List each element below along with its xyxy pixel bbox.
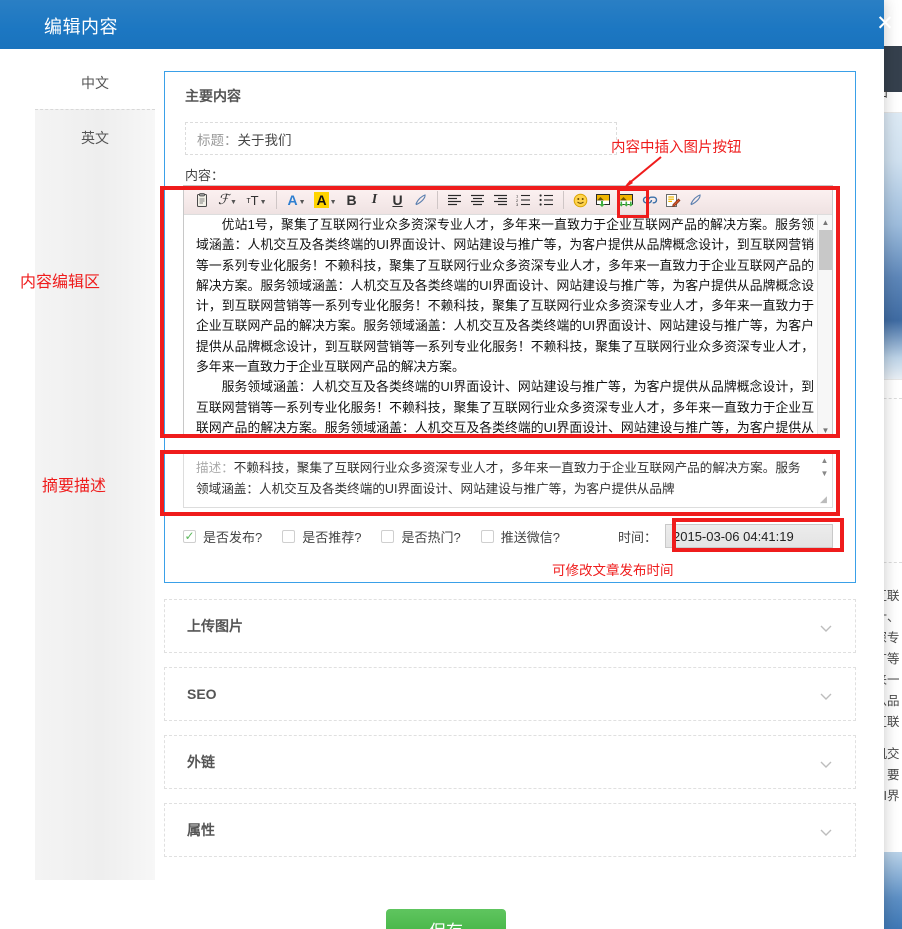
checkbox-push-wechat-box[interactable]: [480, 529, 494, 543]
section-upload-image-title: 上传图片: [187, 618, 243, 634]
close-icon[interactable]: ✕: [868, 0, 902, 46]
link-icon[interactable]: [638, 189, 661, 212]
section-attributes-header[interactable]: 属性: [165, 804, 855, 856]
description-value: 不赖科技，聚集了互联网行业众多资深专业人才，多年来一直致力于企业互联网产品的解决…: [196, 461, 801, 496]
tab-chinese[interactable]: 中文: [35, 57, 155, 109]
checkbox-publish[interactable]: 是否发布?: [183, 527, 262, 546]
underline-icon[interactable]: U: [386, 189, 409, 212]
insert-multi-image-icon[interactable]: [615, 189, 638, 212]
toolbar-divider: [437, 191, 438, 209]
checkbox-push-wechat-label: 推送微信?: [500, 529, 560, 545]
remove-format-icon[interactable]: [409, 189, 432, 212]
checkbox-recommend[interactable]: 是否推荐?: [282, 527, 361, 546]
annotation-insert-image-button: 内容中插入图片按钮: [611, 140, 742, 156]
section-upload-image-header[interactable]: 上传图片: [165, 600, 855, 652]
ordered-list-icon[interactable]: 123: [512, 189, 535, 212]
checkbox-hot[interactable]: 是否热门?: [381, 527, 461, 546]
section-attributes-title: 属性: [187, 822, 215, 838]
scroll-down-icon[interactable]: ▼: [818, 423, 833, 437]
annotation-summary: 摘要描述: [42, 478, 107, 495]
source-code-icon[interactable]: [661, 189, 684, 212]
save-button[interactable]: 保存: [386, 909, 506, 929]
toolbar-divider: [563, 191, 564, 209]
edit-content-modal: 编辑内容 中文 英文 主要内容 标题： 关于我们 内容： ℱ ▼ ᴛ T ▼ A…: [0, 0, 884, 929]
editor-paragraph: 优站1号，聚集了互联网行业众多资深专业人才，多年来一直致力于企业互联网产品的解决…: [196, 217, 814, 375]
description-textarea[interactable]: 描述：不赖科技，聚集了互联网行业众多资深专业人才，多年来一直致力于企业互联网产品…: [183, 450, 833, 508]
scroll-up-icon[interactable]: ▲: [818, 454, 831, 467]
editor-content-area[interactable]: 优站1号，聚集了互联网行业众多资深专业人才，多年来一直致力于企业互联网产品的解决…: [184, 215, 832, 437]
paste-icon[interactable]: [190, 189, 213, 212]
align-left-icon[interactable]: [443, 189, 466, 212]
font-size-icon[interactable]: ᴛ T ▼: [242, 189, 271, 212]
section-seo-header[interactable]: SEO: [165, 668, 855, 720]
scroll-down-icon[interactable]: ▼: [818, 467, 831, 480]
resize-grip-icon[interactable]: ◢: [820, 495, 830, 505]
chevron-down-icon[interactable]: [819, 757, 833, 771]
section-external-link[interactable]: 外链: [164, 735, 856, 789]
chevron-down-icon[interactable]: [819, 689, 833, 703]
section-upload-image[interactable]: 上传图片: [164, 599, 856, 653]
annotation-arrow-icon: [623, 156, 662, 189]
align-right-icon[interactable]: [489, 189, 512, 212]
bold-icon[interactable]: B: [340, 189, 363, 212]
section-external-link-title: 外链: [187, 754, 215, 770]
align-center-icon[interactable]: [466, 189, 489, 212]
toolbar-divider: [276, 191, 277, 209]
chevron-down-icon[interactable]: [819, 621, 833, 635]
time-label: 时间：: [617, 529, 657, 545]
language-tab-column: 中文 英文: [0, 49, 155, 880]
checkbox-recommend-box[interactable]: [282, 529, 296, 543]
scroll-up-icon[interactable]: ▲: [818, 215, 833, 229]
insert-image-icon[interactable]: [592, 189, 615, 212]
description-label: 描述：: [196, 461, 234, 475]
modal-title: 编辑内容: [44, 17, 118, 37]
publish-options-row: 是否发布? 是否推荐? 是否热门? 推送微信? 时间：: [183, 519, 833, 553]
checkbox-publish-box[interactable]: [183, 529, 196, 543]
checkbox-hot-box[interactable]: [381, 529, 395, 543]
editor-scrollbar[interactable]: ▲ ▼: [817, 215, 832, 437]
unordered-list-icon[interactable]: [535, 189, 558, 212]
publish-time-value: 2015-03-06 04:41:19: [673, 528, 794, 544]
checkbox-publish-label: 是否发布?: [203, 529, 263, 545]
eraser-icon[interactable]: [684, 189, 707, 212]
title-input-value: 关于我们: [237, 132, 292, 148]
section-main-content-title: 主要内容: [185, 88, 241, 104]
title-input[interactable]: 标题： 关于我们: [185, 122, 617, 155]
section-seo[interactable]: SEO: [164, 667, 856, 721]
publish-time-input[interactable]: 2015-03-06 04:41:19: [665, 524, 833, 548]
description-scrollbar[interactable]: ▲ ▼: [818, 454, 831, 494]
section-main-content: 主要内容 标题： 关于我们 内容： ℱ ▼ ᴛ T ▼ A ▼ A ▼ B I …: [164, 71, 856, 583]
chevron-down-icon[interactable]: [819, 825, 833, 839]
main-panel: 主要内容 标题： 关于我们 内容： ℱ ▼ ᴛ T ▼ A ▼ A ▼ B I …: [164, 71, 856, 861]
svg-text:3: 3: [516, 202, 519, 206]
tab-chinese-label: 中文: [81, 75, 109, 91]
highlight-color-icon[interactable]: A ▼: [311, 189, 340, 212]
modal-body: 中文 英文 主要内容 标题： 关于我们 内容： ℱ ▼ ᴛ T ▼ A ▼ A …: [0, 49, 884, 929]
title-input-label: 标题：: [197, 132, 238, 148]
checkbox-recommend-label: 是否推荐?: [302, 529, 362, 545]
editor-toolbar: ℱ ▼ ᴛ T ▼ A ▼ A ▼ B I U 1 2 3: [184, 186, 832, 215]
editor-scrollbar-thumb[interactable]: [819, 230, 832, 270]
footer: 保存: [0, 880, 884, 929]
editor-paragraph: 服务领域涵盖：人机交互及各类终端的UI界面设计、网站建设与推广等，为客户提供从品…: [196, 379, 814, 435]
checkbox-hot-label: 是否热门?: [401, 529, 461, 545]
font-family-icon[interactable]: ℱ ▼: [213, 189, 242, 212]
section-seo-title: SEO: [187, 686, 217, 702]
section-external-link-header[interactable]: 外链: [165, 736, 855, 788]
modal-header: 编辑内容: [0, 0, 884, 49]
annotation-modify-time: 可修改文章发布时间: [552, 563, 674, 578]
italic-icon[interactable]: I: [363, 189, 386, 212]
text-color-icon[interactable]: A ▼: [282, 189, 311, 212]
section-attributes[interactable]: 属性: [164, 803, 856, 857]
emoji-icon[interactable]: [569, 189, 592, 212]
description-text: 描述：不赖科技，聚集了互联网行业众多资深专业人才，多年来一直致力于企业互联网产品…: [184, 451, 832, 500]
content-label: 内容：: [185, 168, 225, 183]
section-main-content-header[interactable]: 主要内容: [165, 72, 855, 333]
annotation-edit-zone: 内容编辑区: [20, 274, 101, 291]
rich-text-editor: ℱ ▼ ᴛ T ▼ A ▼ A ▼ B I U 1 2 3 优站1号，聚集了互联…: [183, 185, 833, 438]
tab-english-label: 英文: [81, 130, 109, 146]
checkbox-push-wechat[interactable]: 推送微信?: [480, 527, 560, 546]
